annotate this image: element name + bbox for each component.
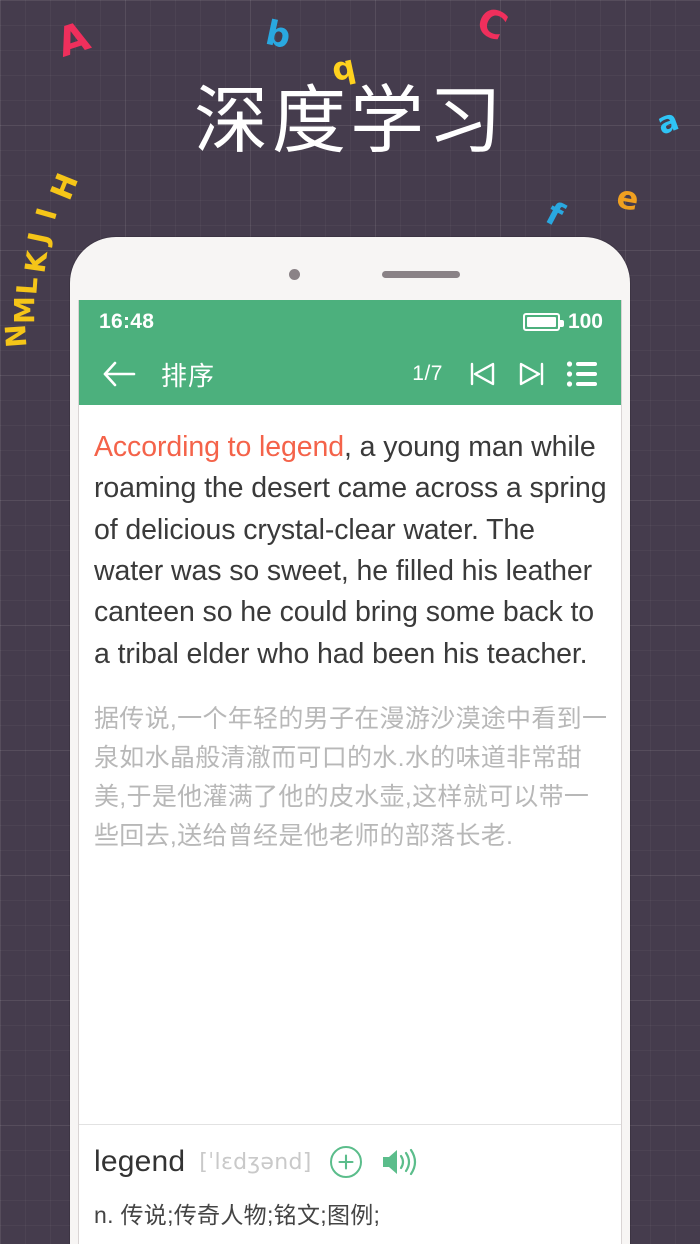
word-card: legend [ˈlɛdʒənd] n. 传说;传奇人物;铭文;图例;: [79, 1125, 621, 1244]
chinese-translation: 据传说,一个年轻的男子在漫游沙漠途中看到一泉如水晶般清澈而可口的水.水的味道非常…: [94, 704, 608, 850]
passage-remainder: , a young man while roaming the desert c…: [94, 431, 607, 670]
content-divider: [79, 1124, 621, 1125]
speaker-icon: [382, 1148, 416, 1176]
phone-mockup: 16:48 100 排序 1/7 According to legend, a …: [70, 237, 630, 1244]
earpiece-speaker-grille: [382, 271, 460, 278]
passage-content: According to legend, a young man while r…: [79, 405, 621, 1125]
highlighted-phrase[interactable]: According to legend: [94, 431, 344, 463]
page-title: 深度学习: [194, 81, 506, 163]
phonetic-label: [ˈlɛdʒənd]: [199, 1149, 312, 1175]
battery-fill: [526, 316, 556, 327]
skip-next-icon: [519, 362, 544, 386]
battery-icon: [522, 312, 564, 331]
app-bar: 排序 1/7: [79, 343, 621, 405]
list-menu-icon: [566, 361, 597, 387]
battery-percent-label: 100: [567, 309, 603, 333]
back-button[interactable]: [99, 354, 139, 394]
status-bar-right: 100: [522, 309, 603, 334]
circle-plus-icon: [338, 1154, 354, 1170]
page-counter: 1/7: [412, 362, 443, 385]
list-menu-button[interactable]: [561, 353, 603, 395]
status-bar: 16:48 100: [79, 300, 621, 343]
word-definition: n. 传说;传奇人物;铭文;图例;: [94, 1202, 381, 1228]
word-label: legend: [94, 1145, 186, 1178]
english-passage[interactable]: According to legend, a young man while r…: [79, 427, 621, 675]
camera-icon: [289, 269, 300, 280]
word-row: legend [ˈlɛdʒənd]: [94, 1145, 606, 1179]
pronounce-button[interactable]: [380, 1146, 418, 1178]
previous-button[interactable]: [461, 353, 503, 395]
phone-bezel-top: [70, 237, 630, 300]
phone-screen: 16:48 100 排序 1/7 According to legend, a …: [78, 300, 622, 1244]
status-bar-time: 16:48: [99, 309, 155, 333]
app-bar-title: 排序: [161, 360, 216, 391]
skip-previous-icon: [470, 362, 495, 386]
next-button[interactable]: [511, 353, 553, 395]
add-word-button[interactable]: [329, 1146, 362, 1178]
arrow-left-icon: [103, 361, 136, 387]
